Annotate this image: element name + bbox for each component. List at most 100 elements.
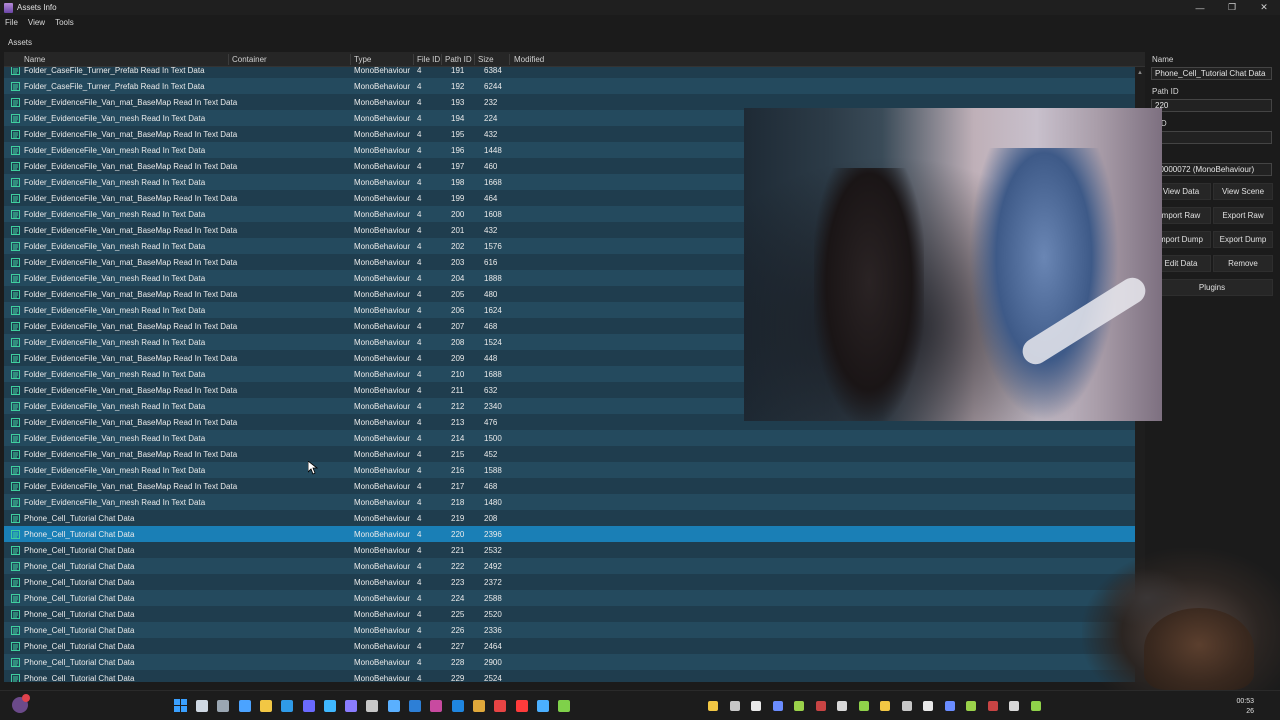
plugins-button[interactable]: Plugins: [1151, 279, 1273, 296]
path-id-field[interactable]: 220: [1151, 99, 1272, 112]
tray-icon[interactable]: [901, 701, 912, 711]
task-view-icon[interactable]: [217, 700, 230, 712]
tray-icon[interactable]: [987, 701, 998, 711]
remove-button[interactable]: Remove: [1213, 255, 1273, 272]
table-row[interactable]: Phone_Cell_Tutorial Chat Data MonoBehavio…: [4, 670, 1135, 682]
table-row[interactable]: Phone_Cell_Tutorial Chat Data MonoBehavio…: [4, 558, 1135, 574]
tray-icon[interactable]: [708, 701, 718, 711]
table-row[interactable]: Phone_Cell_Tutorial Chat Data MonoBehavio…: [4, 590, 1135, 606]
table-row[interactable]: Phone_Cell_Tutorial Chat Data MonoBehavio…: [4, 622, 1135, 638]
table-row[interactable]: Phone_Cell_Tutorial Chat Data MonoBehavio…: [4, 542, 1135, 558]
cell-file-id: 4: [417, 546, 422, 555]
tray-icon[interactable]: [837, 701, 847, 711]
tray-icon[interactable]: [858, 701, 869, 711]
app-icon[interactable]: [494, 700, 507, 712]
cell-name: Phone_Cell_Tutorial Chat Data: [24, 594, 135, 603]
table-row[interactable]: Folder_EvidenceFile_Van_mesh Read In Tex…: [4, 462, 1135, 478]
cell-path-id: 227: [451, 642, 465, 651]
tray-icon[interactable]: [880, 701, 890, 711]
app-icon[interactable]: [558, 700, 571, 712]
tray-icon[interactable]: [1009, 701, 1019, 711]
app-icon[interactable]: [409, 700, 421, 712]
export-dump-button[interactable]: Export Dump: [1213, 231, 1273, 248]
app-icon[interactable]: [387, 700, 400, 712]
cell-name: Phone_Cell_Tutorial Chat Data: [24, 658, 135, 667]
scroll-up-icon[interactable]: ▲: [1137, 70, 1143, 76]
maximize-button[interactable]: ❐: [1216, 0, 1248, 15]
asset-icon: [11, 466, 20, 475]
cell-type: MonoBehaviour: [354, 546, 411, 555]
view-scene-button[interactable]: View Scene: [1213, 183, 1273, 200]
table-row[interactable]: Phone_Cell_Tutorial Chat Data MonoBehavio…: [4, 638, 1135, 654]
table-row[interactable]: Phone_Cell_Tutorial Chat Data MonoBehavio…: [4, 654, 1135, 670]
cell-name: Folder_EvidenceFile_Van_mesh Read In Tex…: [24, 114, 206, 123]
cell-path-id: 196: [451, 146, 465, 155]
cell-type: MonoBehaviour: [354, 562, 411, 571]
table-row[interactable]: Folder_EvidenceFile_Van_mat_BaseMap Read…: [4, 446, 1135, 462]
column-header-modified[interactable]: Modified: [514, 55, 544, 64]
cell-size: 2524: [484, 674, 502, 682]
menu-tools[interactable]: Tools: [55, 18, 74, 27]
column-header-container[interactable]: Container: [232, 55, 267, 64]
table-row[interactable]: Folder_EvidenceFile_Van_mat_BaseMap Read…: [4, 478, 1135, 494]
table-row[interactable]: Folder_CaseFile_Turner_Prefab Read In Te…: [4, 78, 1135, 94]
table-row[interactable]: Phone_Cell_Tutorial Chat Data MonoBehavio…: [4, 526, 1135, 542]
widgets-icon[interactable]: [238, 700, 251, 712]
store-icon[interactable]: [302, 700, 315, 712]
table-row[interactable]: Folder_EvidenceFile_Van_mesh Read In Tex…: [4, 494, 1135, 510]
tray-icon[interactable]: [794, 701, 804, 711]
cell-path-id: 217: [451, 482, 465, 491]
column-header-path-id[interactable]: Path ID: [445, 55, 472, 64]
cell-name: Folder_EvidenceFile_Van_mat_BaseMap Read…: [24, 162, 238, 171]
cell-name: Folder_CaseFile_Turner_Prefab Read In Te…: [24, 66, 205, 75]
search-icon[interactable]: [196, 700, 208, 712]
tray-icon[interactable]: [944, 701, 955, 711]
app-icon[interactable]: [451, 700, 464, 712]
asset-icon: [11, 338, 20, 347]
cell-file-id: 4: [417, 306, 422, 315]
column-header-size[interactable]: Size: [478, 55, 494, 64]
file-id-field[interactable]: [1151, 131, 1272, 144]
cell-file-id: 4: [417, 466, 422, 475]
table-row[interactable]: Phone_Cell_Tutorial Chat Data MonoBehavio…: [4, 574, 1135, 590]
cell-path-id: 195: [451, 130, 465, 139]
cell-size: 2464: [484, 642, 502, 651]
vscode-icon[interactable]: [430, 700, 443, 712]
close-button[interactable]: ✕: [1248, 0, 1280, 15]
tray-icon[interactable]: [772, 701, 783, 711]
table-row[interactable]: Phone_Cell_Tutorial Chat Data MonoBehavio…: [4, 510, 1135, 526]
cell-type: MonoBehaviour: [354, 194, 411, 203]
cell-size: 464: [484, 194, 498, 203]
type-field[interactable]: 00000072 (MonoBehaviour): [1151, 163, 1272, 176]
app-icon[interactable]: [366, 700, 379, 712]
cell-file-id: 4: [417, 498, 422, 507]
assets-tab-label[interactable]: Assets: [8, 38, 32, 47]
tray-icon[interactable]: [966, 701, 976, 711]
column-header-file-id[interactable]: File ID: [417, 55, 440, 64]
export-raw-button[interactable]: Export Raw: [1213, 207, 1273, 224]
column-header-name[interactable]: Name: [24, 55, 45, 64]
tray-icon[interactable]: [1030, 701, 1041, 711]
app-icon[interactable]: [536, 700, 549, 712]
app-icon[interactable]: [323, 700, 336, 712]
file-explorer-icon[interactable]: [259, 700, 272, 712]
app-icon[interactable]: [345, 700, 358, 712]
taskbar-clock[interactable]: 00:53 26: [1236, 697, 1254, 717]
edge-icon[interactable]: [281, 700, 294, 712]
minimize-button[interactable]: —: [1184, 0, 1216, 15]
asset-icon: [11, 66, 20, 75]
windows-start-icon[interactable]: [174, 699, 187, 712]
tray-icon[interactable]: [923, 701, 933, 711]
cell-size: 1624: [484, 306, 502, 315]
name-field[interactable]: Phone_Cell_Tutorial Chat Data: [1151, 67, 1272, 80]
menu-view[interactable]: View: [28, 18, 45, 27]
table-row[interactable]: Phone_Cell_Tutorial Chat Data MonoBehavio…: [4, 606, 1135, 622]
column-header-type[interactable]: Type: [354, 55, 371, 64]
menu-file[interactable]: File: [5, 18, 18, 27]
chrome-icon[interactable]: [472, 700, 485, 712]
tray-icon[interactable]: [729, 701, 740, 711]
app-icon[interactable]: [515, 700, 528, 712]
tray-icon[interactable]: [751, 701, 761, 711]
table-row[interactable]: Folder_EvidenceFile_Van_mesh Read In Tex…: [4, 430, 1135, 446]
tray-icon[interactable]: [815, 701, 826, 711]
